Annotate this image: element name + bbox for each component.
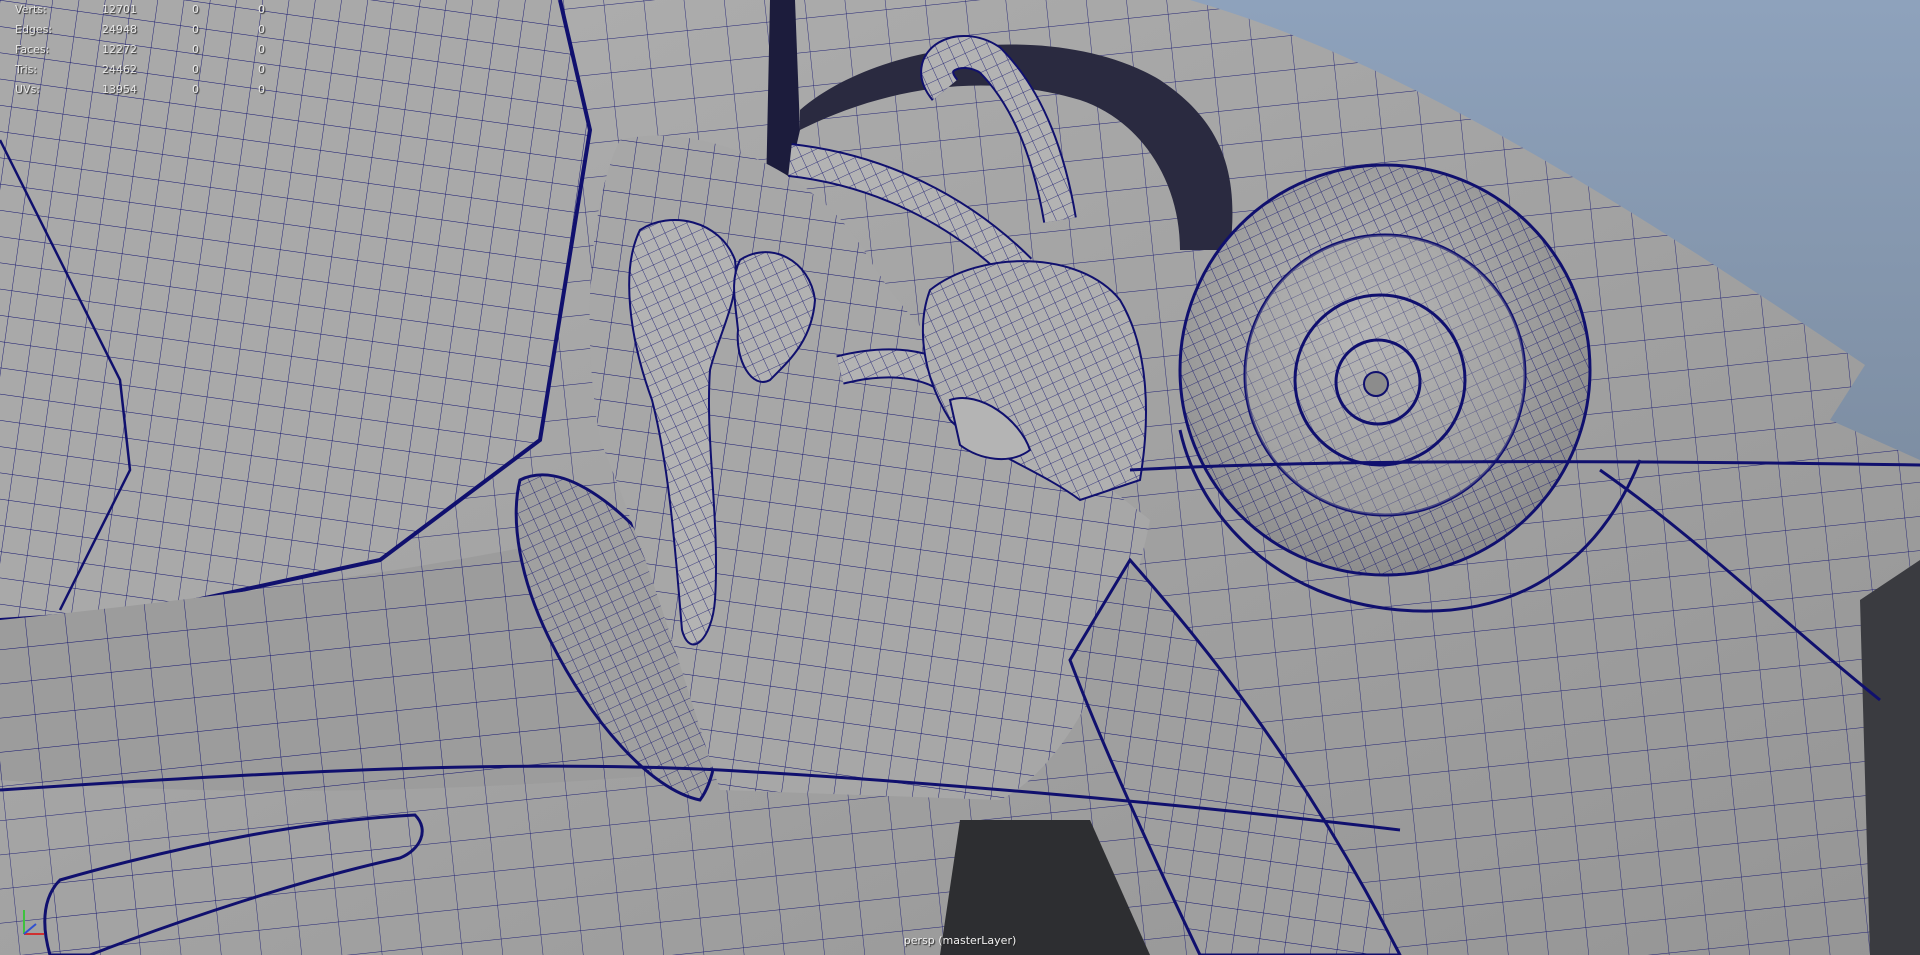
- hud-label: Verts:: [15, 3, 47, 16]
- poly-count-hud: Verts: 12701 0 0 Edges: 24948 0 0 Faces:…: [0, 0, 280, 100]
- hud-value: 0: [258, 43, 265, 56]
- hud-value: 0: [192, 83, 199, 96]
- hud-row-uvs: UVs: 13954 0 0: [0, 80, 280, 100]
- viewport-perspective[interactable]: Verts: 12701 0 0 Edges: 24948 0 0 Faces:…: [0, 0, 1920, 955]
- hud-label: UVs:: [15, 83, 41, 96]
- hud-value: 0: [258, 63, 265, 76]
- hud-value: 12701: [102, 3, 137, 16]
- hud-row-tris: Tris: 24462 0 0: [0, 60, 280, 80]
- hud-row-edges: Edges: 24948 0 0: [0, 20, 280, 40]
- hud-value: 0: [258, 23, 265, 36]
- hud-label: Faces:: [15, 43, 50, 56]
- ear-mesh-scene[interactable]: [0, 0, 1920, 955]
- hud-value: 0: [192, 43, 199, 56]
- hud-value: 0: [192, 3, 199, 16]
- hud-value: 24948: [102, 23, 137, 36]
- hud-value: 13954: [102, 83, 137, 96]
- hud-value: 12272: [102, 43, 137, 56]
- hud-value: 0: [258, 3, 265, 16]
- hud-value: 24462: [102, 63, 137, 76]
- camera-label: persp (masterLayer): [903, 934, 1017, 947]
- hud-label: Tris:: [15, 63, 38, 76]
- hud-value: 0: [258, 83, 265, 96]
- hud-value: 0: [192, 63, 199, 76]
- hud-value: 0: [192, 23, 199, 36]
- hud-label: Edges:: [15, 23, 53, 36]
- hud-row-faces: Faces: 12272 0 0: [0, 40, 280, 60]
- hud-row-verts: Verts: 12701 0 0: [0, 0, 280, 20]
